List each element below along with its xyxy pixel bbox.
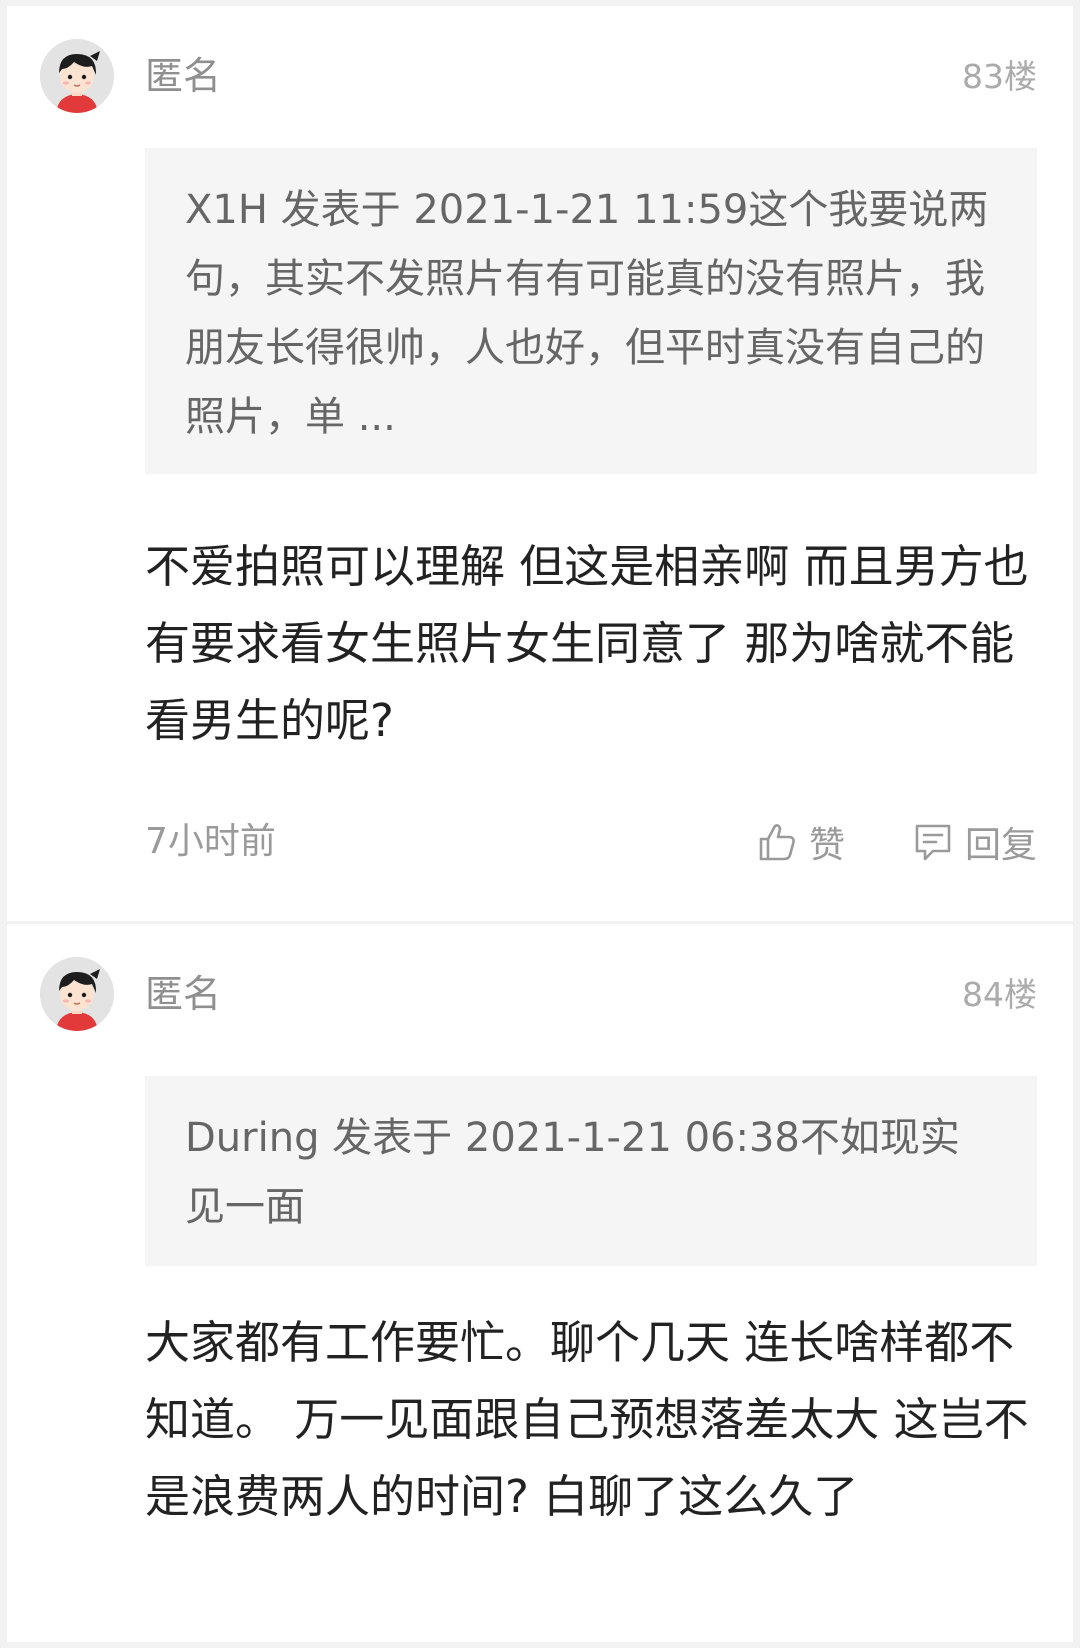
post-time: 7小时前 xyxy=(145,821,276,862)
quoted-reply[interactable]: X1H 发表于 2021-1-21 11:59这个我要说两句，其实不发照片有有可… xyxy=(145,148,1037,474)
floor-number: 84楼 xyxy=(962,975,1037,1014)
reply-button[interactable]: 回复 xyxy=(911,814,1037,870)
anonymous-avatar-icon[interactable] xyxy=(40,957,114,1031)
post-content: 不爱拍照可以理解 但这是相亲啊 而且男方也有要求看女生照片女生同意了 那为啥就不… xyxy=(145,540,1029,747)
quoted-text: X1H 发表于 2021-1-21 11:59这个我要说两句，其实不发照片有有可… xyxy=(185,187,989,440)
comment-icon xyxy=(911,820,955,864)
like-button[interactable]: 赞 xyxy=(755,814,845,870)
post-card: 匿名 84楼 During 发表于 2021-1-21 06:38不如现实见一面… xyxy=(7,924,1073,1642)
quoted-text: During 发表于 2021-1-21 06:38不如现实见一面 xyxy=(185,1115,960,1230)
author-name[interactable]: 匿名 xyxy=(145,48,221,104)
post-footer: 7小时前 赞 回复 xyxy=(145,814,1037,870)
anonymous-avatar-icon[interactable] xyxy=(40,39,114,113)
author-name[interactable]: 匿名 xyxy=(145,966,221,1022)
thumbs-up-icon xyxy=(755,820,799,864)
post-content: 大家都有工作要忙。聊个几天 连长啥样都不知道。 万一见面跟自己预想落差太大 这岂… xyxy=(145,1316,1029,1523)
reply-label: 回复 xyxy=(964,825,1037,866)
floor-number: 83楼 xyxy=(962,57,1037,96)
post-card: 匿名 83楼 X1H 发表于 2021-1-21 11:59这个我要说两句，其实… xyxy=(7,6,1073,921)
like-label: 赞 xyxy=(808,825,845,866)
quoted-reply[interactable]: During 发表于 2021-1-21 06:38不如现实见一面 xyxy=(145,1076,1037,1266)
